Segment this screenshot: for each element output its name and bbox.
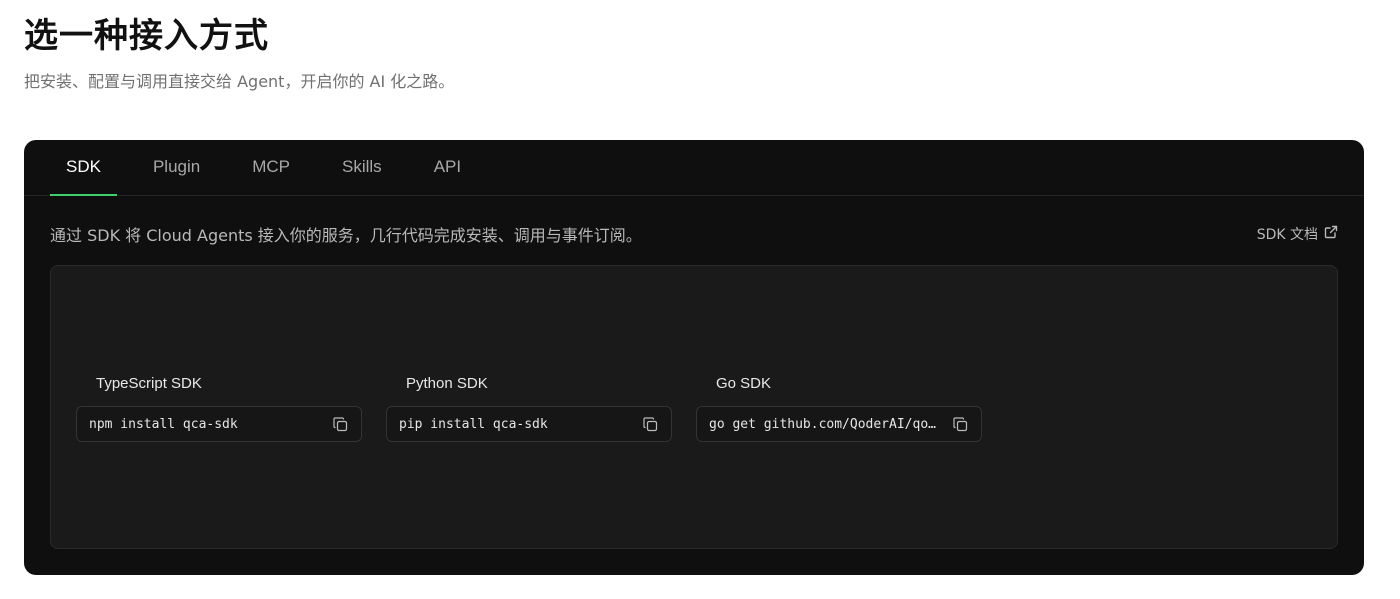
- integration-panel: SDK Plugin MCP Skills API 通过 SDK 将 Cloud…: [24, 140, 1364, 575]
- sdk-title: TypeScript SDK: [96, 375, 202, 392]
- tab-sdk[interactable]: SDK: [50, 140, 117, 196]
- page-subtitle: 把安装、配置与调用直接交给 Agent，开启你的 AI 化之路。: [24, 72, 455, 91]
- sdk-docs-link-label: SDK 文档: [1256, 227, 1318, 243]
- install-command[interactable]: pip install qca-sdk: [399, 417, 631, 432]
- tab-skills[interactable]: Skills: [326, 140, 398, 196]
- sdk-card-go: Go SDK go get github.com/QoderAI/qod…: [696, 374, 982, 442]
- sdk-card-python: Python SDK pip install qca-sdk: [386, 374, 672, 442]
- install-command-box: go get github.com/QoderAI/qod…: [696, 406, 982, 442]
- sdk-install-area: TypeScript SDK npm install qca-sdk Pytho…: [50, 265, 1338, 549]
- install-command[interactable]: go get github.com/QoderAI/qod…: [709, 417, 941, 432]
- tab-plugin[interactable]: Plugin: [137, 140, 216, 196]
- copy-icon[interactable]: [331, 415, 349, 433]
- sdk-card-typescript: TypeScript SDK npm install qca-sdk: [76, 374, 362, 442]
- sdk-title: Python SDK: [406, 375, 488, 392]
- install-command[interactable]: npm install qca-sdk: [89, 417, 321, 432]
- tab-bar: SDK Plugin MCP Skills API: [24, 140, 1364, 196]
- copy-icon[interactable]: [641, 415, 659, 433]
- install-command-box: pip install qca-sdk: [386, 406, 672, 442]
- page-title: 选一种接入方式: [24, 16, 269, 56]
- external-link-icon: [1324, 225, 1338, 243]
- copy-icon[interactable]: [951, 415, 969, 433]
- tab-api[interactable]: API: [418, 140, 477, 196]
- sdk-description: 通过 SDK 将 Cloud Agents 接入你的服务，几行代码完成安装、调用…: [50, 226, 642, 245]
- install-command-box: npm install qca-sdk: [76, 406, 362, 442]
- sdk-title: Go SDK: [716, 375, 772, 392]
- sdk-docs-link[interactable]: SDK 文档: [1257, 224, 1338, 244]
- tab-mcp[interactable]: MCP: [236, 140, 306, 196]
